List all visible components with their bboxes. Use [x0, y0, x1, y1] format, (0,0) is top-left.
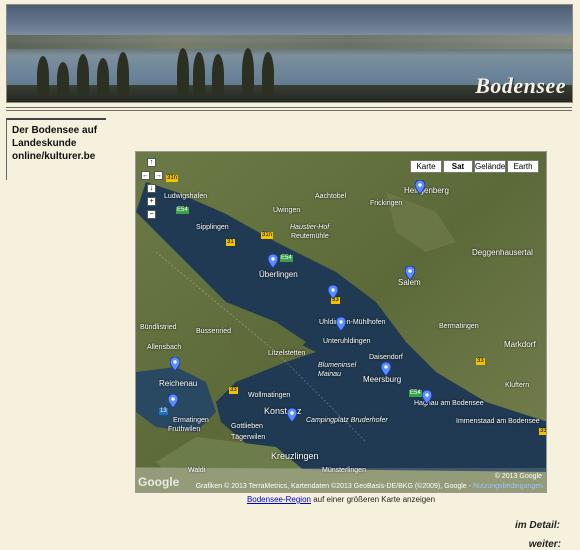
sidebar-line[interactable]: online/kulturer.be [12, 150, 106, 163]
place-label: Sipplingen [196, 224, 229, 231]
place-label: Unteruhldingen [323, 338, 371, 345]
map-type-gelaende[interactable]: Gelände [474, 160, 506, 173]
map-footer: Google © 2013 Google Grafiken © 2013 Ter… [136, 468, 546, 492]
place-label: Wollmatingen [248, 392, 291, 399]
place-label: Uwingen [273, 207, 301, 214]
place-label: Reutemühle [291, 233, 329, 240]
terms-link[interactable]: Nutzungsbedingungen [473, 483, 543, 490]
sidebar-info-box: Der Bodensee auf Landeskunde online/kult… [6, 118, 106, 180]
map-type-earth[interactable]: Earth [507, 160, 539, 173]
banner-tree [193, 52, 205, 96]
place-label: Frickingen [370, 200, 403, 207]
map-marker-icon[interactable] [168, 394, 178, 408]
map-marker-icon[interactable] [287, 408, 297, 422]
map-marker-icon[interactable] [336, 317, 346, 331]
place-label: Bussenried [196, 328, 232, 335]
map-caption: Bodensee-Region auf einer größeren Karte… [135, 495, 547, 504]
pan-down-icon[interactable]: ↓ [147, 184, 156, 193]
banner-tree [37, 56, 49, 96]
banner-title: Bodensee [475, 73, 566, 98]
zoom-in-icon[interactable]: + [147, 197, 156, 206]
place-label: Meersburg [363, 375, 402, 384]
banner-tree [262, 52, 274, 96]
place-label: Litzelstetten [268, 350, 306, 357]
place-label: Ludwigshafen [164, 193, 208, 200]
map-copyright: © 2013 Google [494, 473, 542, 480]
pan-right-icon[interactable]: → [154, 171, 163, 180]
place-label: Deggenhausertal [472, 248, 533, 257]
place-label: Immenstaad am Bodensee [456, 418, 540, 425]
map-marker-icon[interactable] [268, 254, 278, 268]
road-badge: E54 [409, 390, 422, 397]
road-badge: 33 [229, 387, 238, 394]
place-label: Uhldingen-Mühlhofen [319, 319, 386, 326]
place-label: Fruthwilen [168, 426, 201, 433]
banner-tree [77, 54, 89, 96]
road-badge: E54 [176, 207, 189, 214]
road-badge: 13 [159, 408, 168, 415]
place-label: Bermatingen [439, 323, 479, 330]
place-label: Gottlieben [231, 423, 263, 430]
place-label: Bündlistried [140, 324, 177, 331]
map-marker-icon[interactable] [170, 357, 180, 371]
zoom-out-icon[interactable]: − [147, 210, 156, 219]
map-type-karte[interactable]: Karte [410, 160, 442, 173]
banner-tree [242, 48, 254, 96]
banner-hills [7, 35, 572, 49]
road-badge: 31n [261, 232, 274, 239]
google-logo[interactable]: Google [138, 475, 179, 489]
banner-tree [97, 58, 109, 96]
banner-tree [57, 62, 69, 96]
place-label: Aachtobel [315, 193, 347, 200]
map-marker-icon[interactable] [405, 266, 415, 280]
road-badge: 31 [226, 239, 235, 246]
map-marker-icon[interactable] [328, 285, 338, 299]
map-marker-icon[interactable] [381, 362, 391, 376]
road-badge: 33 [539, 428, 547, 435]
pan-up-icon[interactable]: ↑ [147, 158, 156, 167]
place-label: Allensbach [147, 344, 182, 351]
road-badge: E54 [280, 255, 293, 262]
larger-map-link[interactable]: Bodensee-Region [247, 495, 311, 504]
map-view[interactable]: Karte Sat Gelände Earth ↑ ← → ↓ + − 31n … [135, 151, 547, 493]
road-badge: 31n [166, 175, 179, 182]
place-label: Markdorf [504, 340, 536, 349]
sidebar-line: Der Bodensee auf [12, 125, 98, 136]
divider [6, 107, 572, 108]
map-marker-icon[interactable] [415, 180, 425, 194]
map-type-sat[interactable]: Sat [443, 160, 473, 173]
place-label: Mainau [318, 371, 341, 378]
place-label: Blumeninsel [318, 362, 357, 369]
map-attribution: Grafiken © 2013 TerraMetrics, Kartendate… [196, 483, 543, 490]
place-label: Kreuzlingen [271, 451, 319, 461]
place-label: Heiligenberg [404, 186, 449, 195]
attribution-text: Grafiken © 2013 TerraMetrics, Kartendate… [195, 483, 471, 490]
place-label: Tägerwilen [231, 434, 266, 441]
caption-text: auf einer größeren Karte anzeigen [310, 495, 436, 504]
place-label: Ermatingen [173, 417, 209, 424]
pan-left-icon[interactable]: ← [141, 171, 150, 180]
place-label: Haustier-Hof [290, 224, 330, 231]
weiter-heading: weiter: [528, 539, 561, 550]
divider [6, 110, 572, 111]
header-banner: Bodensee [6, 4, 573, 103]
place-label: Daisendorf [369, 354, 403, 361]
sidebar-line: Landeskunde [12, 138, 77, 149]
place-label: Campingplatz Bruderhofer [306, 417, 388, 424]
road-badge: 33 [476, 358, 485, 365]
place-label: Reichenau [159, 379, 198, 388]
banner-tree [117, 52, 129, 96]
place-label: Kluftern [505, 382, 530, 389]
banner-tree [177, 48, 189, 96]
place-label: Überlingen [259, 270, 298, 279]
map-marker-icon[interactable] [422, 390, 432, 404]
banner-tree [212, 54, 224, 96]
im-detail-heading: im Detail: [514, 520, 560, 531]
